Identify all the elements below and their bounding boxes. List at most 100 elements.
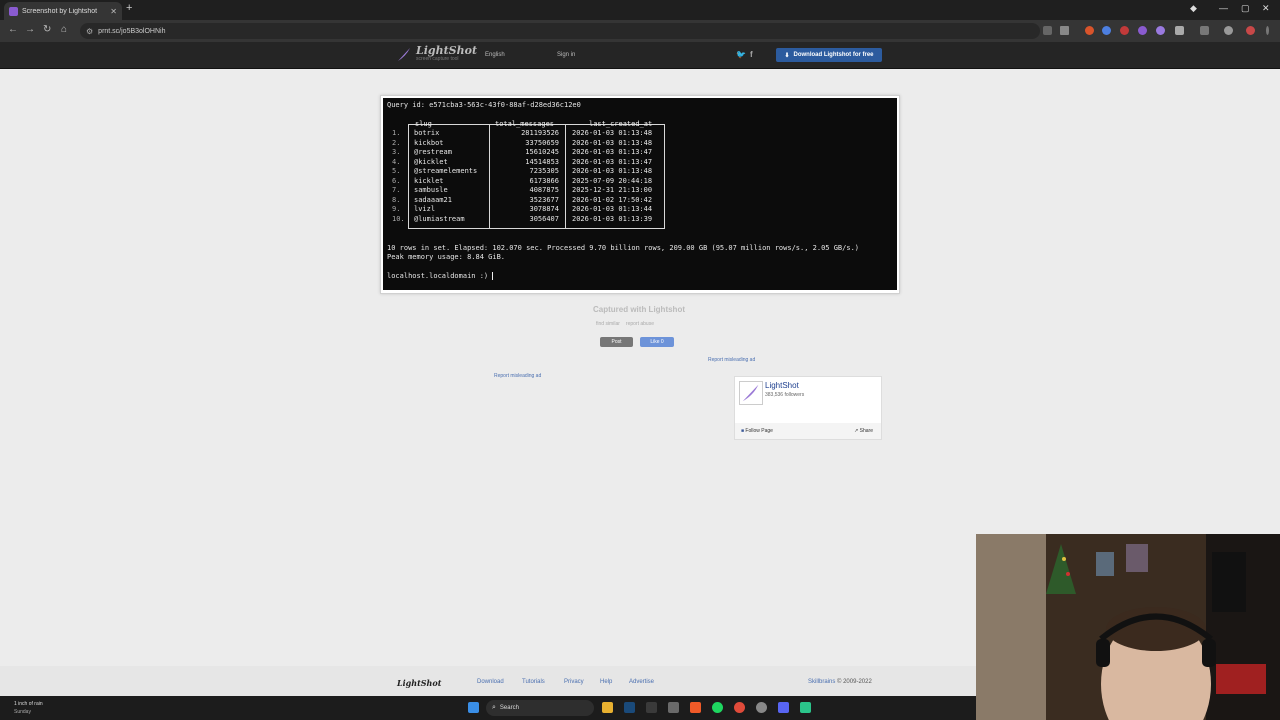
tab-search-icon[interactable]: ◆ (1190, 3, 1197, 14)
app-icon[interactable] (756, 702, 767, 713)
extension-icon[interactable] (1138, 26, 1147, 35)
feather-logo-icon (398, 47, 410, 61)
spotify-icon[interactable] (712, 702, 723, 713)
address-bar[interactable]: ⚙ prnt.sc/jo5B3olOHNih (80, 23, 1040, 39)
column-header: slug (415, 120, 432, 128)
windows-start-icon[interactable] (468, 702, 479, 713)
discord-icon[interactable] (778, 702, 789, 713)
fb-like-button[interactable]: Like 0 (640, 337, 674, 347)
captured-label: Captured with Lightshot (593, 305, 685, 314)
cell-slug: kicklet (414, 176, 444, 185)
webcam-overlay (976, 534, 1280, 720)
footer-link-advertise[interactable]: Advertise (629, 679, 654, 685)
site-info-icon[interactable]: ⚙ (86, 27, 93, 36)
bookmark-star-icon[interactable] (1060, 26, 1069, 35)
image-actions: find similar report abuse (596, 321, 654, 327)
report-ad-link[interactable]: Report misleading ad (494, 373, 541, 379)
steam-icon[interactable] (624, 702, 635, 713)
footer-copyright: Skillbrains © 2009-2022 (808, 679, 872, 685)
row-number: 8. (392, 195, 401, 204)
column-header: total_messages (495, 120, 555, 128)
download-label: Download Lightshot for free (793, 52, 874, 58)
x-post-button[interactable]: Post (600, 337, 633, 347)
share-button[interactable]: ↗ Share (854, 428, 873, 434)
summary-line: 10 rows in set. Elapsed: 102.070 sec. Pr… (387, 244, 860, 252)
home-icon[interactable]: ⌂ (61, 24, 67, 35)
cell-slug: sambusle (414, 186, 448, 194)
terminal-screenshot: Query id: e571cba3-563c-43f0-88af-d28ed3… (383, 98, 897, 290)
forward-icon[interactable]: → (25, 24, 35, 35)
follow-page-button[interactable]: ■ Follow Page (741, 428, 773, 434)
skillbrains-link[interactable]: Skillbrains (808, 679, 835, 685)
footer-link-privacy[interactable]: Privacy (564, 679, 584, 685)
fb-page-name[interactable]: LightShot (765, 381, 799, 390)
search-label: Search (499, 705, 519, 711)
settings-icon[interactable] (668, 702, 679, 713)
extension-icon[interactable] (1156, 26, 1165, 35)
cell-last-created-at: 2025-07-09 20:44:18 (572, 176, 653, 185)
extensions-puzzle-icon[interactable] (1175, 26, 1184, 35)
cell-slug: @streamelements (414, 167, 478, 175)
close-tab-icon[interactable]: ✕ (110, 7, 117, 16)
site-header (0, 42, 1280, 69)
taskbar-search[interactable]: ⌕ Search (486, 700, 594, 716)
row-number: 7. (392, 186, 401, 194)
footer-link-help[interactable]: Help (600, 679, 612, 685)
column-divider (489, 124, 490, 229)
extension-icon[interactable] (1120, 26, 1129, 35)
cell-total-messages: 33750659 (525, 138, 559, 147)
row-number: 3. (392, 148, 401, 156)
file-explorer-icon[interactable] (602, 702, 613, 713)
browser-tab[interactable]: Screenshot by Lightshot ✕ (4, 2, 122, 20)
epic-games-icon[interactable] (646, 702, 657, 713)
chrome-icon[interactable] (734, 702, 745, 713)
profile-icon[interactable] (1224, 26, 1233, 35)
extension-icon[interactable] (1085, 26, 1094, 35)
lightshot-avatar[interactable] (739, 381, 763, 405)
restore-icon[interactable]: ▢ (1241, 3, 1250, 14)
facebook-icon[interactable]: f (750, 50, 753, 59)
lightshot-logo[interactable]: LightShot screen capture tool (396, 45, 477, 62)
app-icon[interactable] (800, 702, 811, 713)
cell-slug: sadaaam21 (414, 195, 452, 204)
install-icon[interactable] (1043, 26, 1052, 35)
prompt-line[interactable]: localhost.localdomain :) (387, 272, 494, 281)
share-label: Share (859, 428, 873, 434)
twitter-icon[interactable]: 🐦 (736, 50, 746, 59)
download-icon: ⬇ (784, 52, 790, 59)
report-ad-link[interactable]: Report misleading ad (708, 357, 755, 363)
footer-link-tutorials[interactable]: Tutorials (522, 679, 545, 685)
extension-icon[interactable] (1102, 26, 1111, 35)
prompt-text: localhost.localdomain :) (387, 272, 493, 280)
language-select[interactable]: English (485, 52, 505, 58)
cell-total-messages: 14514853 (525, 157, 559, 166)
cell-total-messages: 3523677 (529, 195, 559, 204)
profile-avatar[interactable] (1246, 26, 1255, 35)
download-button[interactable]: ⬇ Download Lightshot for free (776, 48, 882, 62)
new-tab-icon[interactable]: + (126, 2, 132, 14)
cell-total-messages: 6173866 (529, 176, 559, 185)
cell-total-messages: 281193526 (521, 129, 559, 137)
weather-text: 1 inch of rain (14, 701, 43, 707)
cell-last-created-at: 2026-01-02 17:50:42 (572, 195, 653, 204)
like-label: Like 0 (650, 339, 664, 345)
find-similar-link[interactable]: find similar (596, 321, 620, 327)
back-icon[interactable]: ← (8, 24, 18, 35)
brave-browser-icon[interactable] (690, 702, 701, 713)
signin-link[interactable]: Sign in (557, 52, 575, 58)
follow-label: Follow Page (745, 428, 773, 434)
cell-slug: @kicklet (414, 157, 448, 166)
cell-slug: @restream (414, 148, 452, 156)
menu-icon[interactable] (1266, 26, 1269, 35)
column-header: last_created_at (589, 120, 653, 128)
sidebar-icon[interactable] (1200, 26, 1209, 35)
cell-last-created-at: 2026-01-03 01:13:47 (572, 157, 653, 166)
close-window-icon[interactable]: ✕ (1262, 3, 1270, 14)
footer-link-download[interactable]: Download (477, 679, 504, 685)
weather-widget[interactable]: 1 inch of rain Sunday (14, 700, 43, 716)
cell-slug: kickbot (414, 138, 444, 147)
reload-icon[interactable]: ↻ (43, 24, 51, 35)
report-abuse-link[interactable]: report abuse (626, 321, 654, 327)
footer-logo[interactable]: LightShot (397, 678, 441, 688)
minimize-icon[interactable]: — (1219, 3, 1228, 13)
